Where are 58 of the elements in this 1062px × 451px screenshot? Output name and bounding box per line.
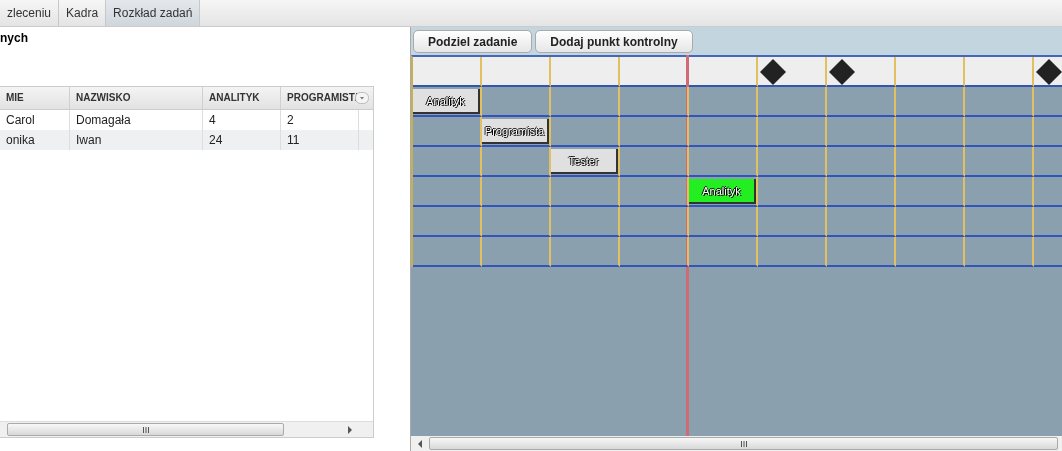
timeline-cell bbox=[413, 237, 482, 267]
timeline-cell bbox=[758, 237, 827, 267]
timeline-cell bbox=[896, 117, 965, 147]
timeline-cell bbox=[482, 207, 551, 237]
task-bar[interactable]: Programista bbox=[482, 119, 549, 144]
timeline-cell bbox=[482, 237, 551, 267]
timeline-cell bbox=[965, 87, 1034, 117]
timeline-cell bbox=[758, 207, 827, 237]
timeline-cell bbox=[689, 117, 758, 147]
table-cell: Iwan bbox=[70, 130, 203, 150]
column-header[interactable]: NAZWISKO bbox=[70, 87, 203, 109]
timeline-cell bbox=[758, 117, 827, 147]
timeline-cell bbox=[827, 237, 896, 267]
tab[interactable]: zleceniu bbox=[0, 0, 60, 26]
toolbar-button[interactable]: Podziel zadanie bbox=[413, 30, 533, 53]
timeline-cell bbox=[965, 237, 1034, 267]
section-heading: nych bbox=[0, 30, 28, 47]
timeline-cell bbox=[965, 207, 1034, 237]
timeline-cell bbox=[896, 237, 965, 267]
timeline-cell bbox=[827, 207, 896, 237]
scrollbar-thumb[interactable] bbox=[429, 437, 1058, 450]
timeline-cell bbox=[689, 87, 758, 117]
table-cell: onika bbox=[0, 130, 70, 150]
milestone-icon[interactable] bbox=[829, 59, 855, 85]
timeline-cell bbox=[896, 177, 965, 207]
timeline-cell bbox=[413, 177, 482, 207]
column-header[interactable]: ANALITYK bbox=[203, 87, 281, 109]
timeline-cell bbox=[965, 117, 1034, 147]
column-header[interactable]: PROGRAMIST/ bbox=[281, 87, 359, 109]
right-arrow-icon[interactable] bbox=[347, 425, 353, 434]
left-arrow-icon[interactable] bbox=[417, 439, 423, 448]
timeline-cell bbox=[827, 147, 896, 177]
milestone-icon[interactable] bbox=[760, 59, 786, 85]
timeline-cell bbox=[551, 87, 620, 117]
timeline-cell bbox=[896, 147, 965, 177]
timeline-cell bbox=[896, 207, 965, 237]
timeline-cell bbox=[482, 177, 551, 207]
timeline-cell bbox=[551, 207, 620, 237]
timeline-cell bbox=[413, 147, 482, 177]
table-cell: 24 bbox=[203, 130, 281, 150]
timeline-cell bbox=[965, 147, 1034, 177]
task-bar[interactable]: Tester bbox=[551, 149, 618, 174]
task-bar[interactable]: Analityk bbox=[413, 89, 480, 114]
table-cell: 11 bbox=[281, 130, 359, 150]
grip-icon bbox=[142, 426, 149, 433]
timeline-cell bbox=[965, 177, 1034, 207]
timeline-cell bbox=[827, 117, 896, 147]
column-header[interactable]: MIE bbox=[0, 87, 70, 109]
toolbar-button[interactable]: Dodaj punkt kontrolny bbox=[535, 30, 693, 53]
scrollbar-thumb[interactable] bbox=[7, 423, 284, 436]
timeline-cell bbox=[689, 237, 758, 267]
tab[interactable]: Rozkład zadań bbox=[106, 0, 201, 26]
timeline-cell bbox=[551, 237, 620, 267]
timeline-cell bbox=[758, 147, 827, 177]
grip-icon bbox=[740, 440, 747, 447]
timeline-cell bbox=[896, 87, 965, 117]
timeline-cell bbox=[827, 177, 896, 207]
timeline-cell bbox=[413, 207, 482, 237]
